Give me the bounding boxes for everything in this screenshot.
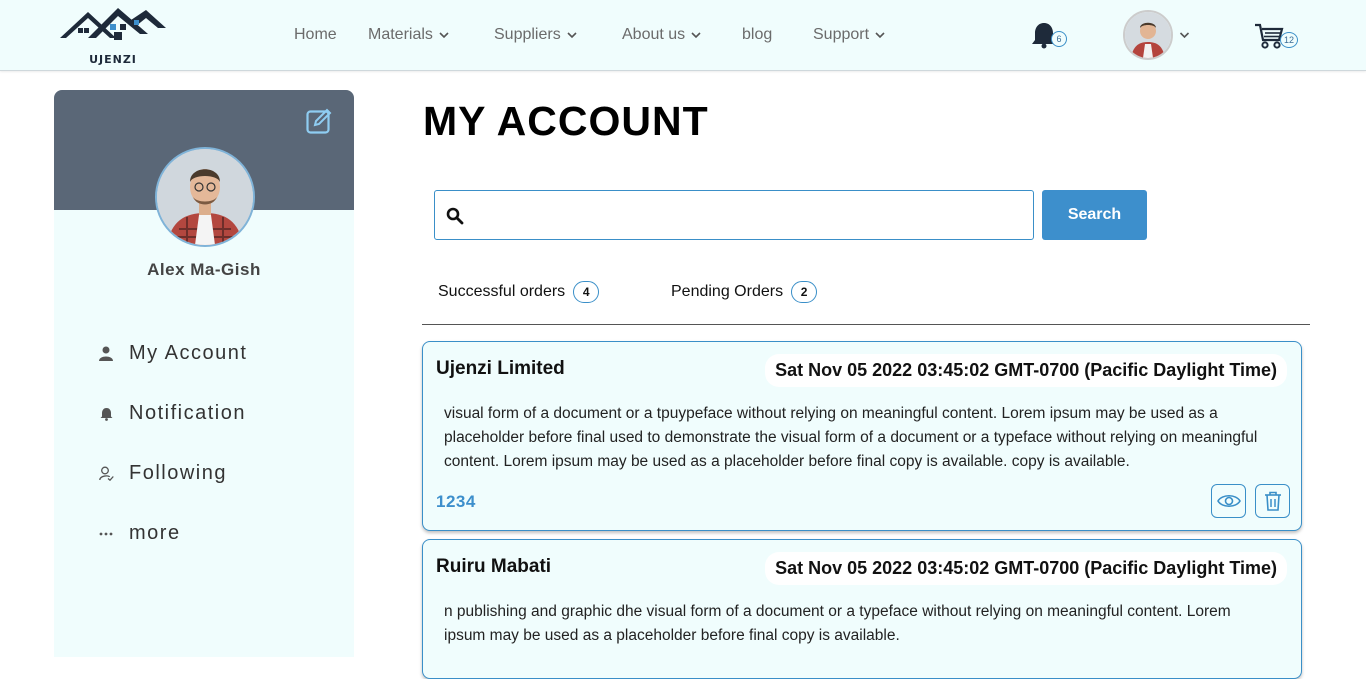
cart-button[interactable]: 12 — [1254, 22, 1298, 50]
nav-support[interactable]: Support — [813, 0, 885, 70]
nav-home-label: Home — [294, 26, 337, 43]
user-icon — [97, 345, 115, 363]
nav-materials-label: Materials — [368, 26, 433, 43]
sidebar-item-label: My Account — [129, 342, 248, 364]
order-date: Sat Nov 05 2022 03:45:02 GMT-0700 (Pacif… — [765, 354, 1287, 387]
edit-icon — [306, 108, 332, 134]
tab-count-badge: 2 — [791, 281, 818, 303]
delete-order-button[interactable] — [1255, 484, 1290, 518]
nav-suppliers[interactable]: Suppliers — [494, 0, 577, 70]
profile-sidebar: Alex Ma-Gish My Account Notification Fol… — [54, 90, 354, 657]
sidebar-item-more[interactable]: more — [97, 522, 181, 545]
bell-icon — [97, 405, 115, 423]
user-check-icon — [97, 465, 115, 483]
order-description: n publishing and graphic dhe visual form… — [444, 603, 1231, 644]
page-title: MY ACCOUNT — [423, 98, 709, 144]
notifications-bell-button[interactable]: 6 — [1031, 21, 1067, 49]
sidebar-item-following[interactable]: Following — [97, 462, 227, 485]
order-supplier-name: Ruiru Mabati — [436, 556, 552, 577]
sidebar-item-my-account[interactable]: My Account — [97, 342, 247, 365]
avatar — [1125, 12, 1171, 58]
nav-suppliers-label: Suppliers — [494, 26, 561, 43]
logo-text: UJENZI — [89, 53, 137, 66]
nav-about-label: About us — [622, 26, 686, 43]
sidebar-item-label: Notification — [129, 402, 246, 424]
search-icon — [446, 207, 464, 225]
order-card: Ujenzi Limited Sat Nov 05 2022 03:45:02 … — [422, 341, 1302, 531]
eye-icon — [1216, 494, 1241, 508]
order-description: visual form of a document or a tpuypefac… — [444, 405, 1258, 470]
view-order-button[interactable] — [1211, 484, 1246, 518]
trash-icon — [1264, 491, 1281, 511]
tab-label: Pending Orders — [671, 283, 784, 300]
sidebar-item-notification[interactable]: Notification — [97, 402, 246, 425]
sidebar-item-label: more — [129, 522, 181, 544]
top-navigation-bar: UJENZI Home Materials Suppliers About us… — [0, 0, 1366, 71]
chevron-down-icon[interactable] — [1179, 30, 1190, 40]
order-date: Sat Nov 05 2022 03:45:02 GMT-0700 (Pacif… — [765, 552, 1287, 585]
order-code: 1234 — [436, 492, 476, 511]
search-input[interactable] — [475, 199, 1025, 231]
sidebar-item-label: Following — [129, 462, 227, 484]
ellipsis-icon — [97, 525, 115, 543]
chevron-down-icon — [439, 32, 449, 39]
nav-support-label: Support — [813, 26, 870, 43]
tabs-divider — [422, 324, 1310, 325]
tab-pending-orders[interactable]: Pending Orders 2 — [671, 281, 818, 303]
chevron-down-icon — [567, 32, 577, 39]
chevron-down-icon — [691, 32, 701, 39]
edit-profile-button[interactable] — [306, 107, 333, 134]
avatar — [157, 149, 253, 245]
logo-houses-icon — [60, 8, 166, 40]
nav-blog-label: blog — [742, 26, 773, 43]
ujenzi-logo[interactable]: UJENZI — [58, 6, 168, 66]
cart-count-badge: 12 — [1280, 32, 1298, 48]
notification-count-badge: 6 — [1051, 31, 1067, 47]
search-bar — [434, 190, 1034, 240]
nav-blog[interactable]: blog — [742, 0, 772, 70]
order-supplier-name: Ujenzi Limited — [436, 358, 565, 379]
chevron-down-icon — [875, 32, 885, 39]
nav-materials[interactable]: Materials — [368, 0, 449, 70]
shopping-cart-icon — [1255, 23, 1284, 49]
nav-home[interactable]: Home — [294, 0, 337, 70]
profile-user-name: Alex Ma-Gish — [147, 260, 261, 279]
profile-avatar — [155, 147, 255, 247]
nav-about-us[interactable]: About us — [622, 0, 701, 70]
tab-label: Successful orders — [438, 283, 566, 300]
search-button[interactable]: Search — [1042, 190, 1147, 240]
tab-count-badge: 4 — [573, 281, 600, 303]
user-avatar-menu[interactable] — [1123, 10, 1173, 60]
order-card: Ruiru Mabati Sat Nov 05 2022 03:45:02 GM… — [422, 539, 1302, 679]
tab-successful-orders[interactable]: Successful orders 4 — [438, 281, 600, 303]
